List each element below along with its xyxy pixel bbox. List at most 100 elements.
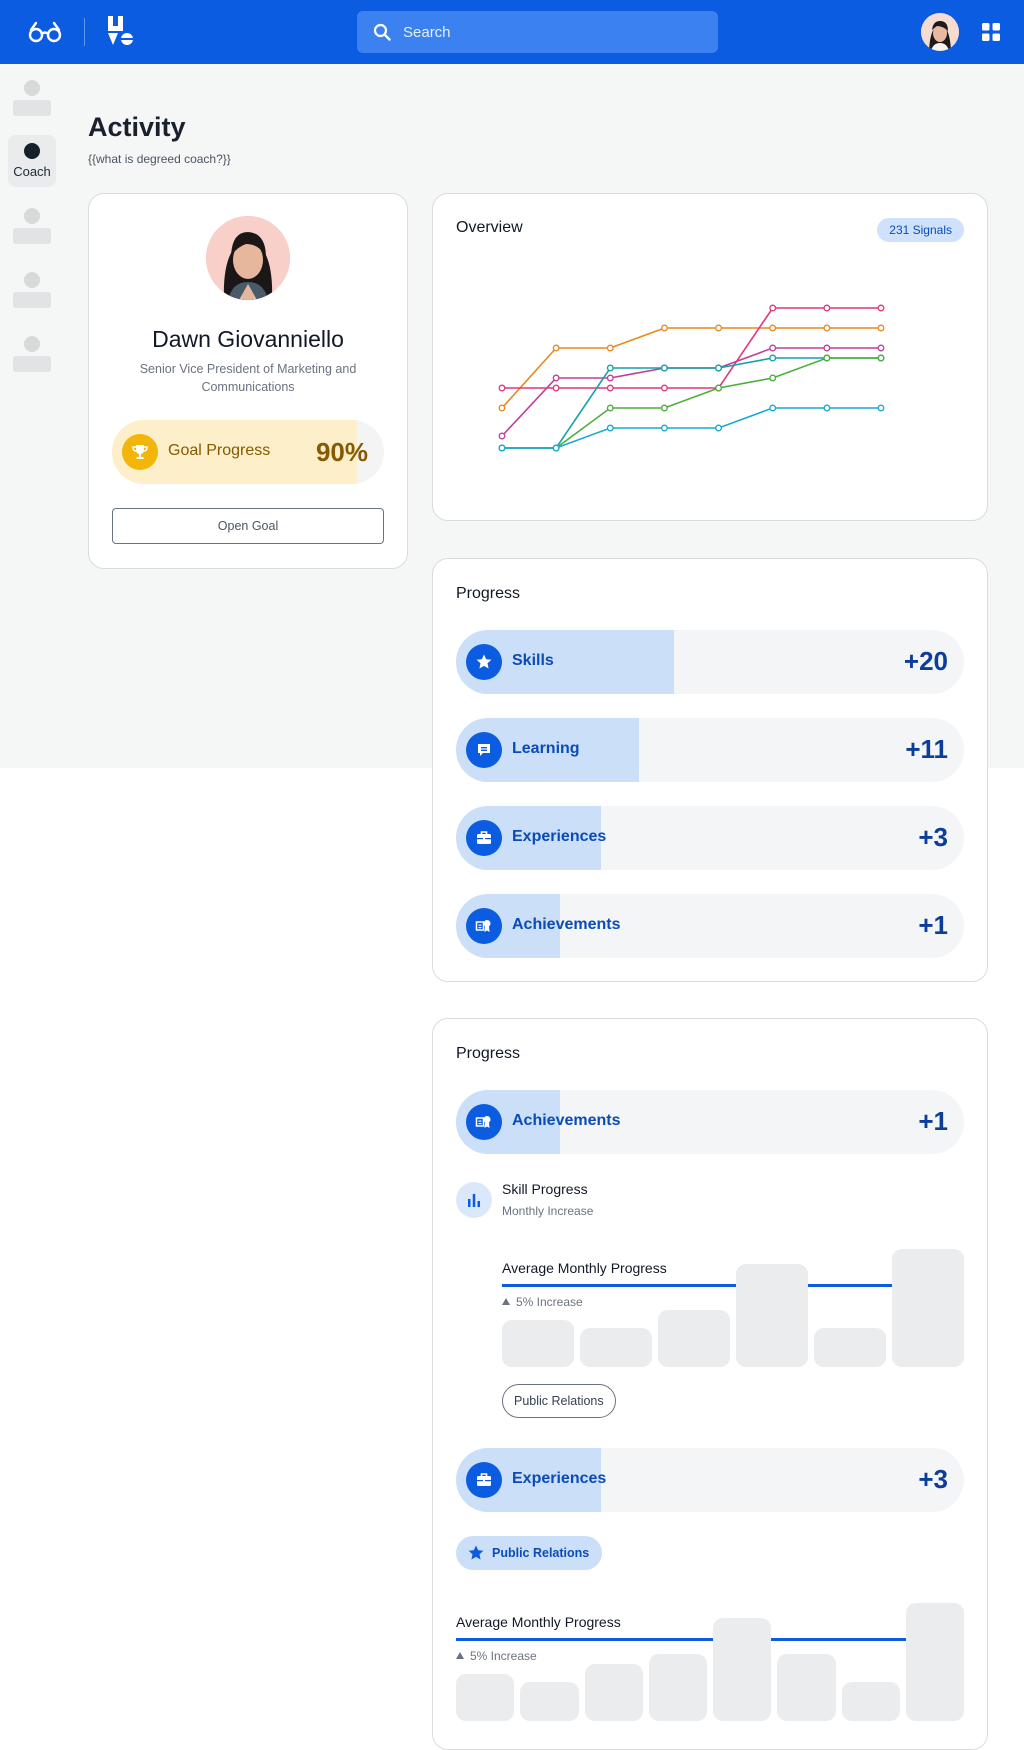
month-bar bbox=[736, 1264, 808, 1367]
sidebar-item-label-placeholder bbox=[13, 356, 51, 372]
series-point bbox=[660, 364, 668, 372]
progress-row-label: Skills bbox=[512, 652, 554, 669]
chat-icon bbox=[466, 732, 502, 768]
series-point bbox=[660, 404, 668, 412]
progress-detail-title: Progress bbox=[456, 1045, 521, 1062]
series-line-4 bbox=[502, 357, 881, 449]
series-line-5 bbox=[502, 357, 881, 449]
series-point bbox=[823, 404, 831, 412]
series-point bbox=[606, 384, 614, 392]
series-point bbox=[715, 384, 723, 392]
avatar-image bbox=[921, 13, 959, 51]
briefcase-icon bbox=[466, 820, 502, 856]
month-bar bbox=[713, 1618, 772, 1721]
series-point bbox=[823, 354, 831, 362]
progress-row-value: +11 bbox=[905, 734, 948, 764]
series-point bbox=[552, 384, 560, 392]
progress-row-achievements[interactable]: Achievements +1 bbox=[456, 894, 964, 958]
progress-row-value: +3 bbox=[918, 822, 948, 852]
trophy-icon bbox=[122, 434, 158, 470]
achievements-row[interactable]: Achievements +1 bbox=[456, 1090, 964, 1154]
glasses-logo-icon[interactable] bbox=[28, 20, 62, 44]
triangle-up-icon bbox=[456, 1652, 464, 1659]
series-line-3 bbox=[501, 347, 881, 437]
average-monthly-progress-title: Average Monthly Progress bbox=[456, 1614, 621, 1630]
series-point bbox=[877, 324, 885, 332]
increase-text: 5% Increase bbox=[516, 1295, 583, 1309]
coach-icon bbox=[24, 143, 40, 159]
series-point bbox=[552, 444, 560, 452]
progress-row-learning[interactable]: Learning +11 bbox=[456, 718, 964, 782]
series-line-6 bbox=[502, 407, 881, 449]
series-point bbox=[823, 304, 831, 312]
overview-card: Overview 231 Signals bbox=[432, 193, 988, 521]
series-point bbox=[769, 344, 777, 352]
series-point bbox=[823, 324, 831, 332]
search-box[interactable] bbox=[357, 11, 718, 53]
apps-grid-icon[interactable] bbox=[982, 23, 1000, 41]
series-point bbox=[715, 324, 723, 332]
progress-row-skills[interactable]: Skills +20 bbox=[456, 630, 964, 694]
search-input[interactable] bbox=[403, 11, 703, 53]
sidebar-item-icon bbox=[24, 208, 40, 224]
series-point bbox=[660, 424, 668, 432]
progress-title: Progress bbox=[456, 585, 521, 602]
sidebar-item-3[interactable] bbox=[8, 200, 56, 250]
increase-label: 5% Increase bbox=[456, 1649, 537, 1663]
month-bar bbox=[892, 1249, 964, 1367]
progress-row-label: Experiences bbox=[512, 1470, 607, 1487]
search-icon bbox=[373, 23, 391, 41]
progress-row-label: Learning bbox=[512, 740, 580, 757]
progress-row-label: Achievements bbox=[512, 1112, 621, 1129]
experience-tag-label: Public Relations bbox=[492, 1546, 590, 1560]
series-point bbox=[769, 304, 777, 312]
skill-progress-subtitle: Monthly Increase bbox=[502, 1204, 594, 1218]
increase-label: 5% Increase bbox=[502, 1295, 583, 1309]
increase-text: 5% Increase bbox=[470, 1649, 537, 1663]
logo-divider bbox=[84, 18, 85, 46]
sidebar-item-label-placeholder bbox=[13, 100, 51, 116]
award-icon bbox=[466, 908, 502, 944]
month-bar bbox=[584, 1664, 643, 1721]
progress-row-experiences[interactable]: Experiences +3 bbox=[456, 806, 964, 870]
series-point bbox=[498, 444, 506, 452]
series-point bbox=[769, 374, 777, 382]
sidebar-item-icon bbox=[24, 336, 40, 352]
skill-tag-public-relations[interactable]: Public Relations bbox=[502, 1384, 616, 1418]
series-point bbox=[606, 344, 614, 352]
award-icon bbox=[466, 1104, 502, 1140]
profile-card: Dawn Giovanniello Senior Vice President … bbox=[88, 193, 408, 569]
series-point bbox=[606, 424, 614, 432]
triangle-up-icon bbox=[502, 1298, 510, 1305]
series-point bbox=[660, 324, 668, 332]
series-point bbox=[877, 354, 885, 362]
month-bar bbox=[841, 1682, 900, 1721]
series-point bbox=[823, 344, 831, 352]
series-point bbox=[877, 344, 885, 352]
sidebar-item-5[interactable] bbox=[8, 328, 56, 378]
bar-chart-icon bbox=[456, 1182, 492, 1218]
series-point bbox=[769, 404, 777, 412]
goal-progress-label: Goal Progress bbox=[168, 442, 271, 459]
series-point bbox=[769, 354, 777, 362]
series-point bbox=[498, 432, 506, 440]
brand-logo-icon[interactable] bbox=[106, 14, 136, 48]
month-bar bbox=[502, 1320, 574, 1367]
sidebar-item-icon bbox=[24, 80, 40, 96]
experiences-row[interactable]: Experiences +3 bbox=[456, 1448, 964, 1512]
progress-row-label: Experiences bbox=[512, 828, 607, 845]
sidebar-item-4[interactable] bbox=[8, 264, 56, 314]
sidebar-item-coach[interactable]: Coach bbox=[8, 135, 56, 187]
open-goal-button[interactable]: Open Goal bbox=[112, 508, 384, 544]
progress-row-label: Achievements bbox=[512, 916, 621, 933]
average-monthly-progress-title: Average Monthly Progress bbox=[502, 1260, 667, 1276]
goal-progress-bar[interactable]: Goal Progress 90% bbox=[112, 420, 384, 484]
experience-tag-public-relations[interactable]: Public Relations bbox=[456, 1536, 603, 1570]
sidebar-item-1[interactable] bbox=[8, 72, 56, 122]
sidebar-item-label-placeholder bbox=[13, 228, 51, 244]
sidebar-item-icon bbox=[24, 272, 40, 288]
progress-card: Progress Skills +20 Learning +11 Experie… bbox=[432, 558, 988, 982]
user-avatar[interactable] bbox=[921, 13, 959, 51]
briefcase-icon bbox=[466, 1462, 502, 1498]
month-bar bbox=[905, 1603, 964, 1721]
